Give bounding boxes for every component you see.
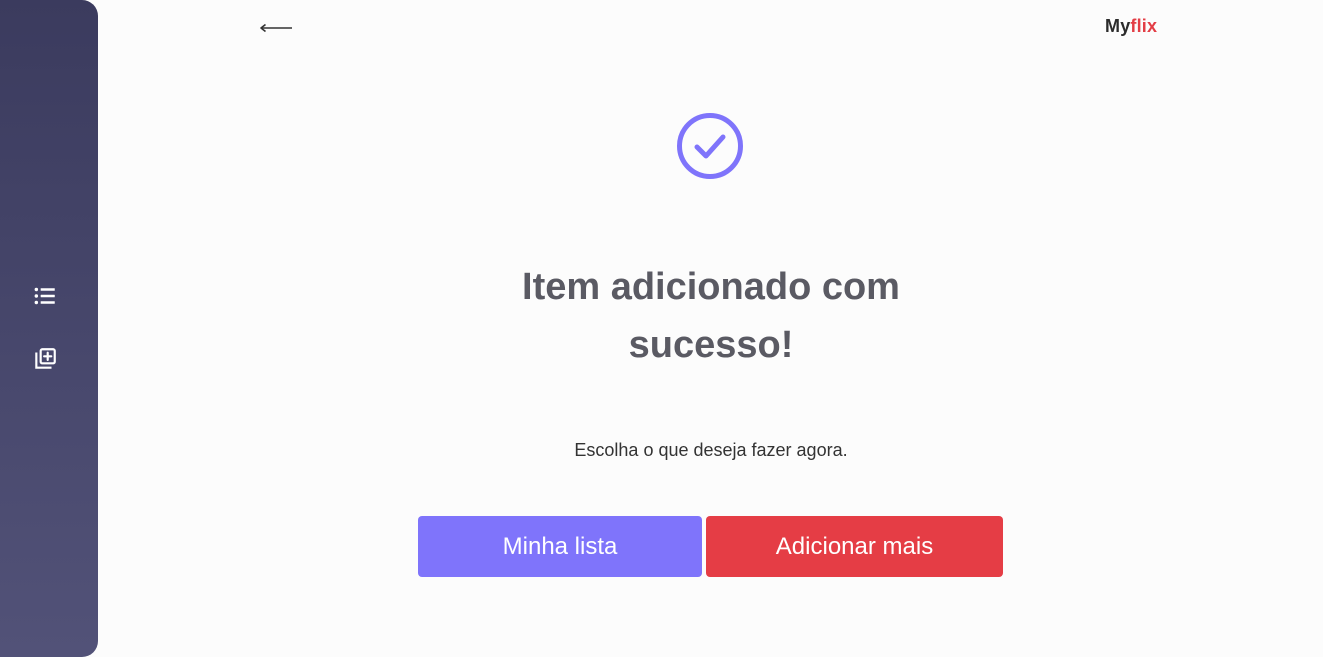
- subtitle: Escolha o que deseja fazer agora.: [574, 440, 848, 460]
- list-icon[interactable]: [32, 283, 58, 309]
- check-circle-icon: [676, 112, 744, 180]
- brand-name-part2: flix: [1130, 16, 1158, 36]
- page-title: Item adicionado com sucesso!: [522, 266, 900, 366]
- brand-name-part1: My: [1105, 16, 1131, 36]
- sidebar: [0, 0, 98, 657]
- brand-logo[interactable]: Myflix: [1105, 16, 1157, 37]
- add-to-library-icon[interactable]: [32, 346, 58, 372]
- add-more-button[interactable]: Adicionar mais: [706, 516, 1003, 577]
- back-arrow-icon[interactable]: [258, 17, 294, 39]
- my-list-button[interactable]: Minha lista: [418, 516, 702, 577]
